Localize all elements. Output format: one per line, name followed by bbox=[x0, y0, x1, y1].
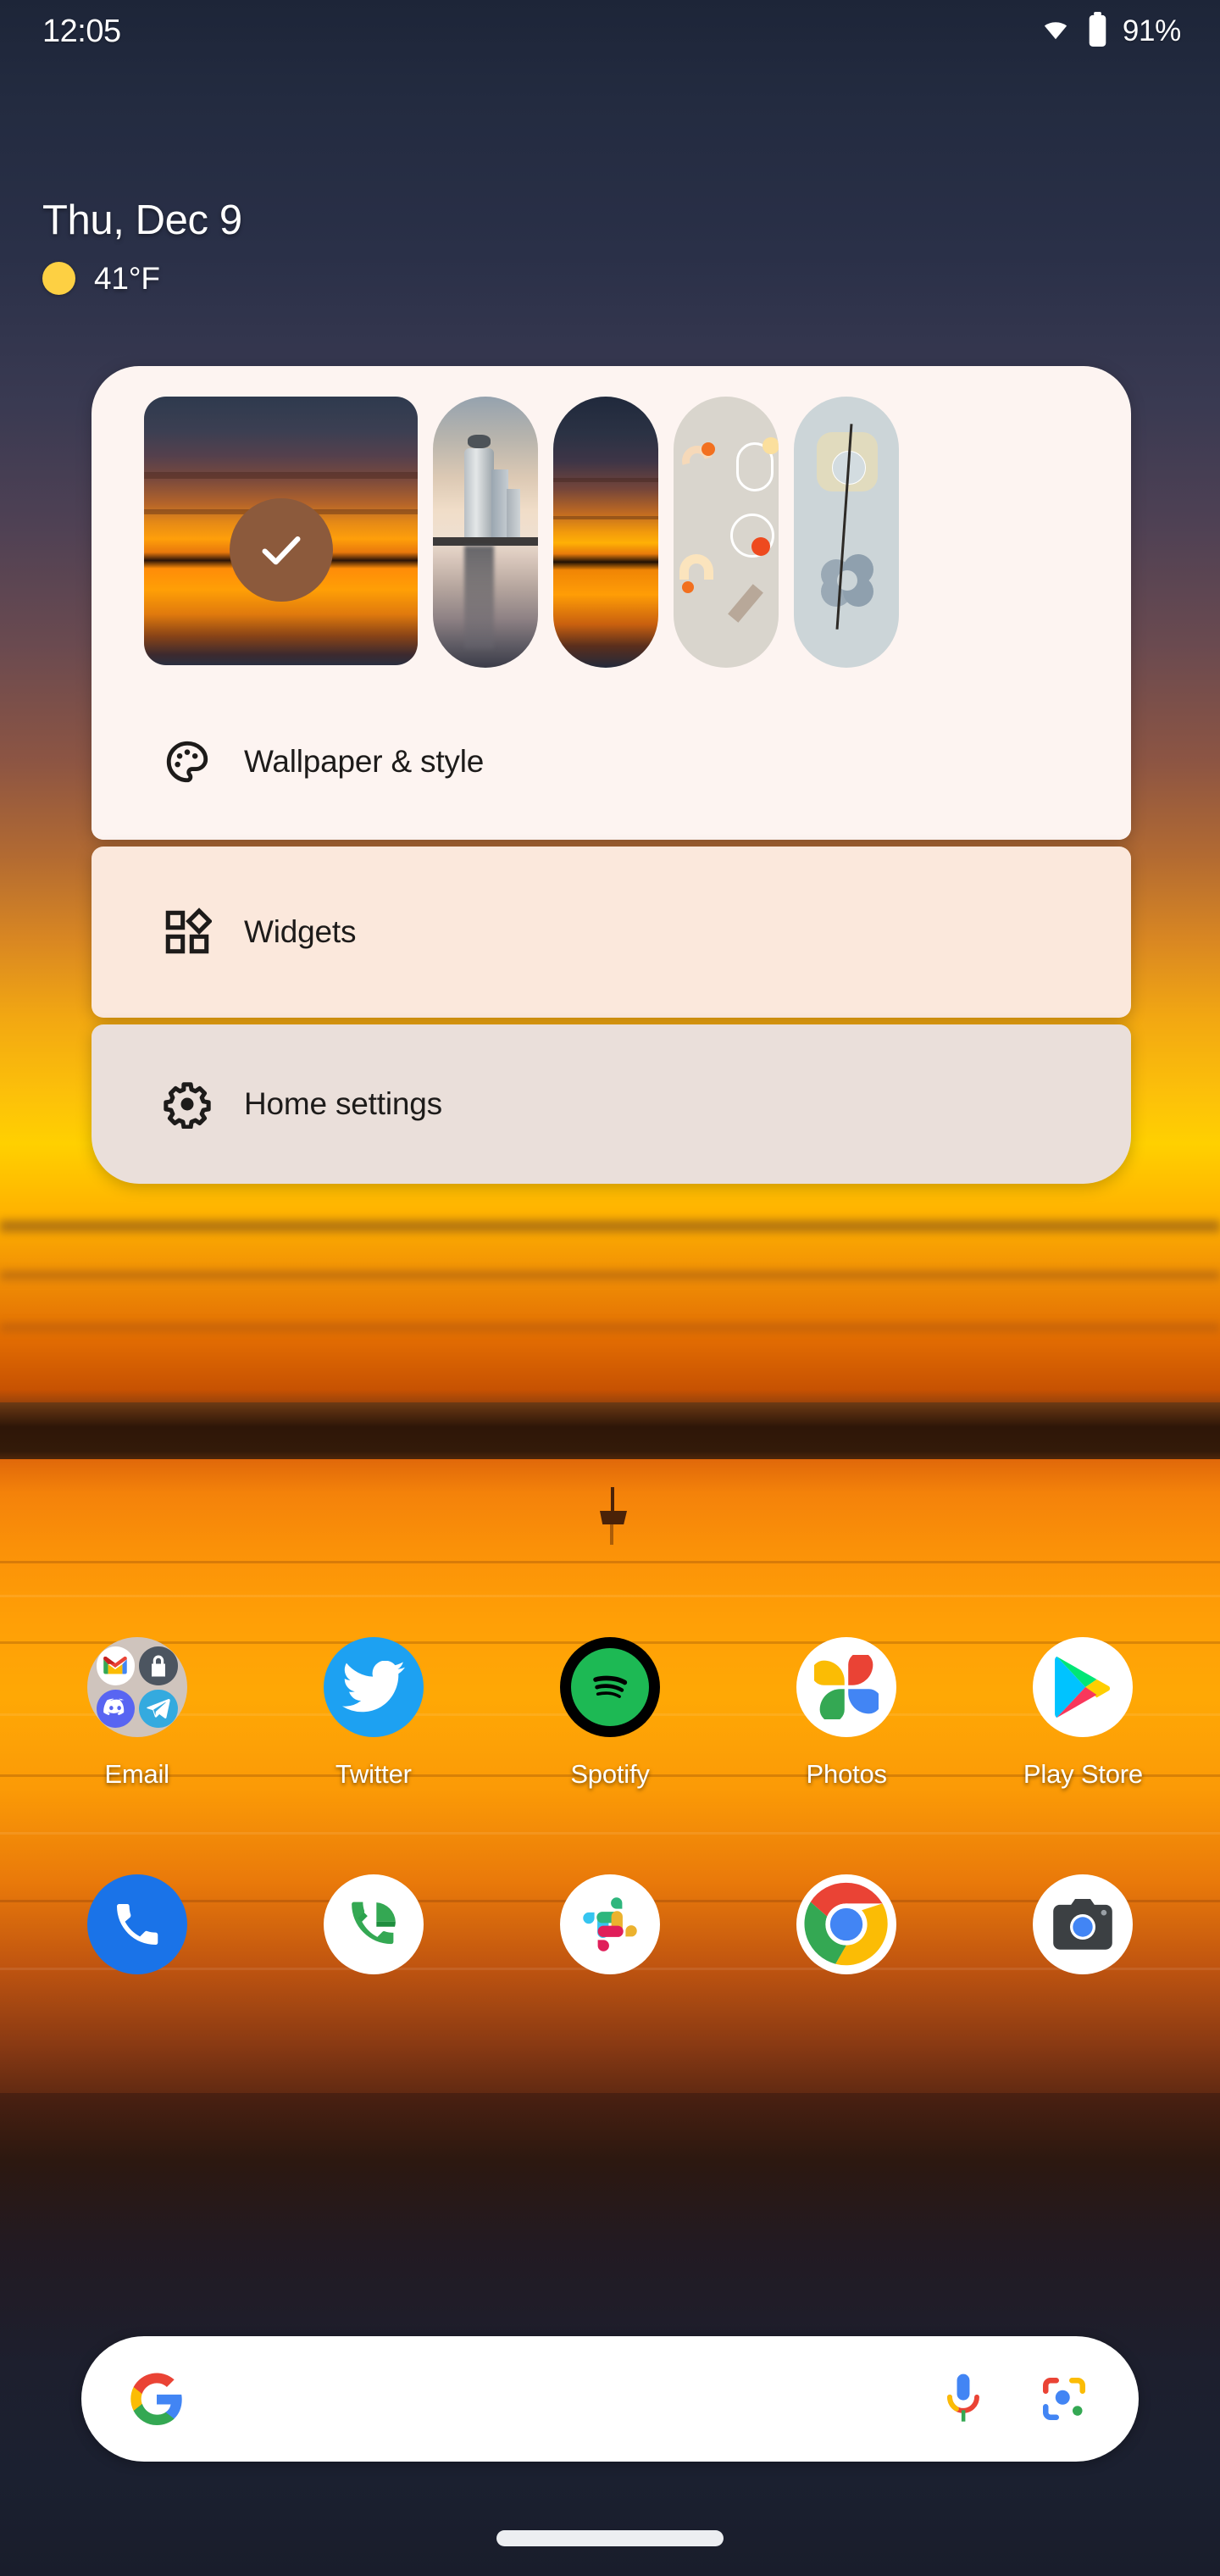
horizon-line bbox=[0, 1402, 1220, 1463]
app-grid: Email Twitter Spotify Photos Play Store bbox=[0, 1637, 1220, 1996]
app-item-twitter[interactable]: Twitter bbox=[255, 1637, 491, 1790]
google-lens-icon[interactable] bbox=[1039, 2373, 1090, 2424]
app-label: Play Store bbox=[1023, 1759, 1143, 1789]
gear-icon bbox=[163, 1080, 212, 1130]
battery-percentage: 91% bbox=[1122, 14, 1181, 47]
wallpaper-preview-2[interactable] bbox=[553, 397, 658, 668]
app-row-2 bbox=[0, 1874, 1220, 1996]
chrome-icon[interactable] bbox=[796, 1874, 897, 1974]
app-item-email-folder[interactable]: Email bbox=[19, 1637, 255, 1790]
app-item-chrome[interactable] bbox=[729, 1874, 965, 1996]
widgets-icon bbox=[163, 908, 213, 957]
microphone-icon[interactable] bbox=[940, 2372, 986, 2426]
play-store-icon[interactable] bbox=[1033, 1637, 1134, 1737]
current-date: Thu, Dec 9 bbox=[42, 197, 242, 243]
app-item-google-voice[interactable] bbox=[255, 1874, 491, 1996]
cloud-band bbox=[0, 1271, 1220, 1280]
current-temperature: 41°F bbox=[94, 260, 160, 296]
google-g-icon bbox=[130, 2373, 183, 2425]
palette-icon bbox=[163, 737, 212, 786]
discord-icon bbox=[96, 1689, 136, 1728]
app-row-1: Email Twitter Spotify Photos Play Store bbox=[0, 1637, 1220, 1790]
app-item-play-store[interactable]: Play Store bbox=[965, 1637, 1201, 1790]
app-label: Email bbox=[104, 1759, 169, 1789]
google-photos-icon[interactable] bbox=[796, 1637, 897, 1737]
wallpaper-deep-water bbox=[0, 2093, 1220, 2576]
camera-icon[interactable] bbox=[1033, 1874, 1134, 1974]
menu-item-label: Widgets bbox=[244, 914, 357, 949]
menu-item-widgets[interactable]: Widgets bbox=[92, 847, 1131, 1018]
spotify-icon[interactable] bbox=[560, 1637, 660, 1737]
menu-item-label: Wallpaper & style bbox=[244, 743, 485, 779]
phone-icon[interactable] bbox=[86, 1874, 187, 1974]
menu-item-wallpaper-style[interactable]: Wallpaper & style bbox=[92, 683, 1131, 840]
app-label: Photos bbox=[806, 1759, 888, 1789]
boat-silhouette bbox=[598, 1487, 629, 1545]
telegram-icon bbox=[139, 1689, 178, 1728]
app-label: Twitter bbox=[335, 1759, 412, 1789]
sunny-icon bbox=[42, 262, 75, 296]
status-bar-clock: 12:05 bbox=[42, 13, 121, 49]
google-voice-icon[interactable] bbox=[323, 1874, 424, 1974]
wallpaper-preview-3[interactable] bbox=[674, 397, 779, 668]
menu-item-home-settings[interactable]: Home settings bbox=[92, 1024, 1131, 1184]
status-bar: 12:05 91% bbox=[0, 0, 1220, 63]
twitter-icon[interactable] bbox=[323, 1637, 424, 1737]
check-icon bbox=[229, 498, 333, 602]
battery-icon bbox=[1087, 11, 1108, 52]
wallpaper-preview-carousel[interactable] bbox=[92, 397, 1131, 668]
wallpaper-preview-1[interactable] bbox=[433, 397, 538, 668]
home-long-press-menu: Wallpaper & style Widgets Home settings bbox=[92, 366, 1131, 1184]
wifi-icon bbox=[1039, 17, 1073, 47]
app-label: Spotify bbox=[570, 1759, 650, 1789]
wallpaper-style-card[interactable]: Wallpaper & style bbox=[92, 366, 1131, 840]
app-item-slack[interactable] bbox=[491, 1874, 728, 1996]
cloud-band bbox=[0, 1220, 1220, 1232]
protonmail-icon bbox=[139, 1646, 178, 1685]
email-folder-icon[interactable] bbox=[86, 1637, 187, 1737]
slack-icon[interactable] bbox=[560, 1874, 660, 1974]
wallpaper-preview-0[interactable] bbox=[144, 397, 418, 665]
google-search-bar[interactable] bbox=[81, 2336, 1139, 2462]
app-item-camera[interactable] bbox=[965, 1874, 1201, 1996]
app-item-spotify[interactable]: Spotify bbox=[491, 1637, 728, 1790]
app-item-phone[interactable] bbox=[19, 1874, 255, 1996]
wallpaper-preview-4[interactable] bbox=[794, 397, 899, 668]
gmail-icon bbox=[96, 1646, 136, 1685]
cloud-band bbox=[0, 1324, 1220, 1331]
menu-item-label: Home settings bbox=[244, 1086, 442, 1121]
date-weather-widget[interactable]: Thu, Dec 9 41°F bbox=[42, 197, 242, 297]
home-gesture-pill[interactable] bbox=[496, 2530, 724, 2546]
app-item-photos[interactable]: Photos bbox=[729, 1637, 965, 1790]
